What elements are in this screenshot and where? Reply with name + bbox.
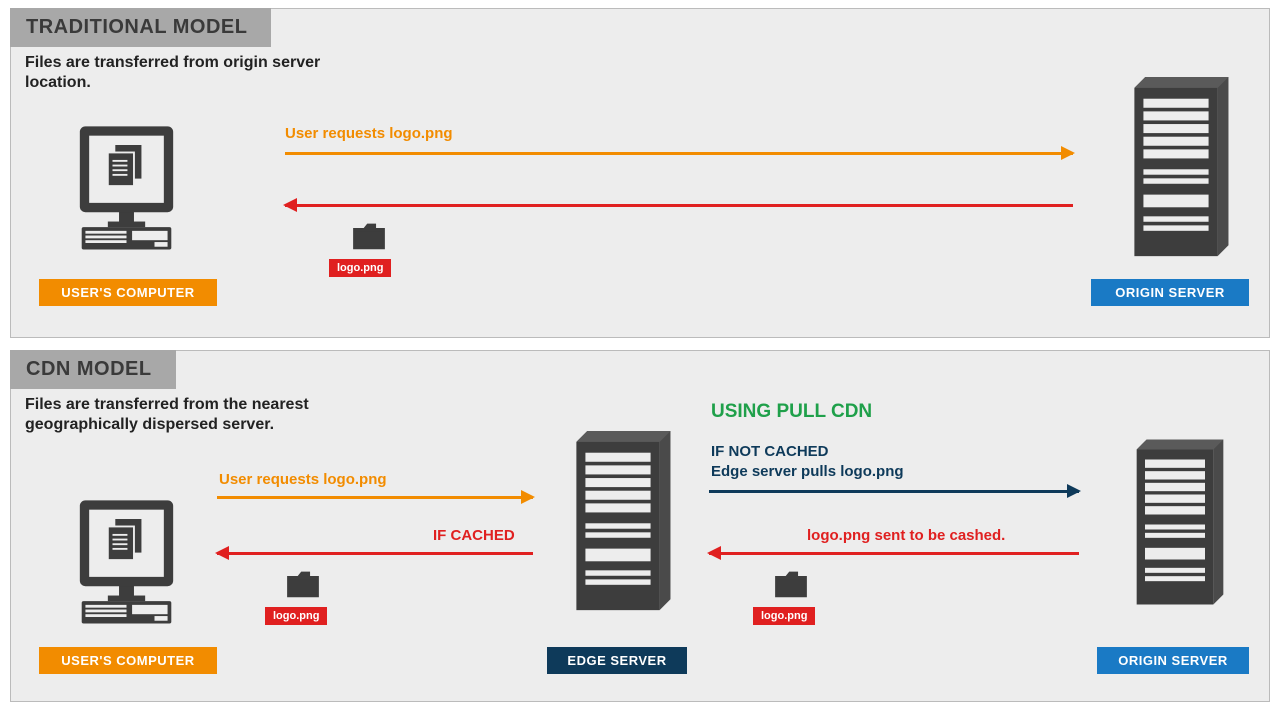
server-icon [563, 431, 673, 621]
file-tag-right: logo.png [753, 607, 815, 625]
cdn-subtitle: Files are transferred from the nearest g… [25, 395, 345, 435]
origin-server-badge: ORIGIN SERVER [1097, 647, 1249, 674]
traditional-subtitle: Files are transferred from origin server… [25, 53, 345, 93]
traditional-panel: TRADITIONAL MODEL Files are transferred … [10, 8, 1270, 338]
file-tag: logo.png [329, 259, 391, 277]
cdn-panel: CDN MODEL Files are transferred from the… [10, 350, 1270, 702]
pull-cdn-title: USING PULL CDN [711, 401, 872, 423]
origin-server-badge: ORIGIN SERVER [1091, 279, 1249, 306]
request-label: User requests logo.png [285, 125, 453, 142]
cdn-request-label: User requests logo.png [219, 471, 387, 488]
if-not-cached-label: IF NOT CACHED [711, 443, 829, 460]
folder-icon [351, 221, 387, 251]
user-computer-badge: USER'S COMPUTER [39, 279, 217, 306]
user-computer-badge: USER'S COMPUTER [39, 647, 217, 674]
edge-server-badge: EDGE SERVER [547, 647, 687, 674]
server-icon [1125, 437, 1225, 617]
folder-icon [285, 569, 321, 599]
edge-pull-label: Edge server pulls logo.png [711, 463, 904, 480]
origin-response-label: logo.png sent to be cashed. [807, 527, 1005, 544]
computer-icon [69, 117, 184, 257]
if-cached-label: IF CACHED [433, 527, 515, 544]
cdn-title: CDN MODEL [10, 350, 176, 389]
computer-icon [69, 491, 184, 631]
server-icon [1121, 77, 1231, 267]
folder-icon [773, 569, 809, 599]
traditional-title: TRADITIONAL MODEL [10, 8, 271, 47]
file-tag-left: logo.png [265, 607, 327, 625]
